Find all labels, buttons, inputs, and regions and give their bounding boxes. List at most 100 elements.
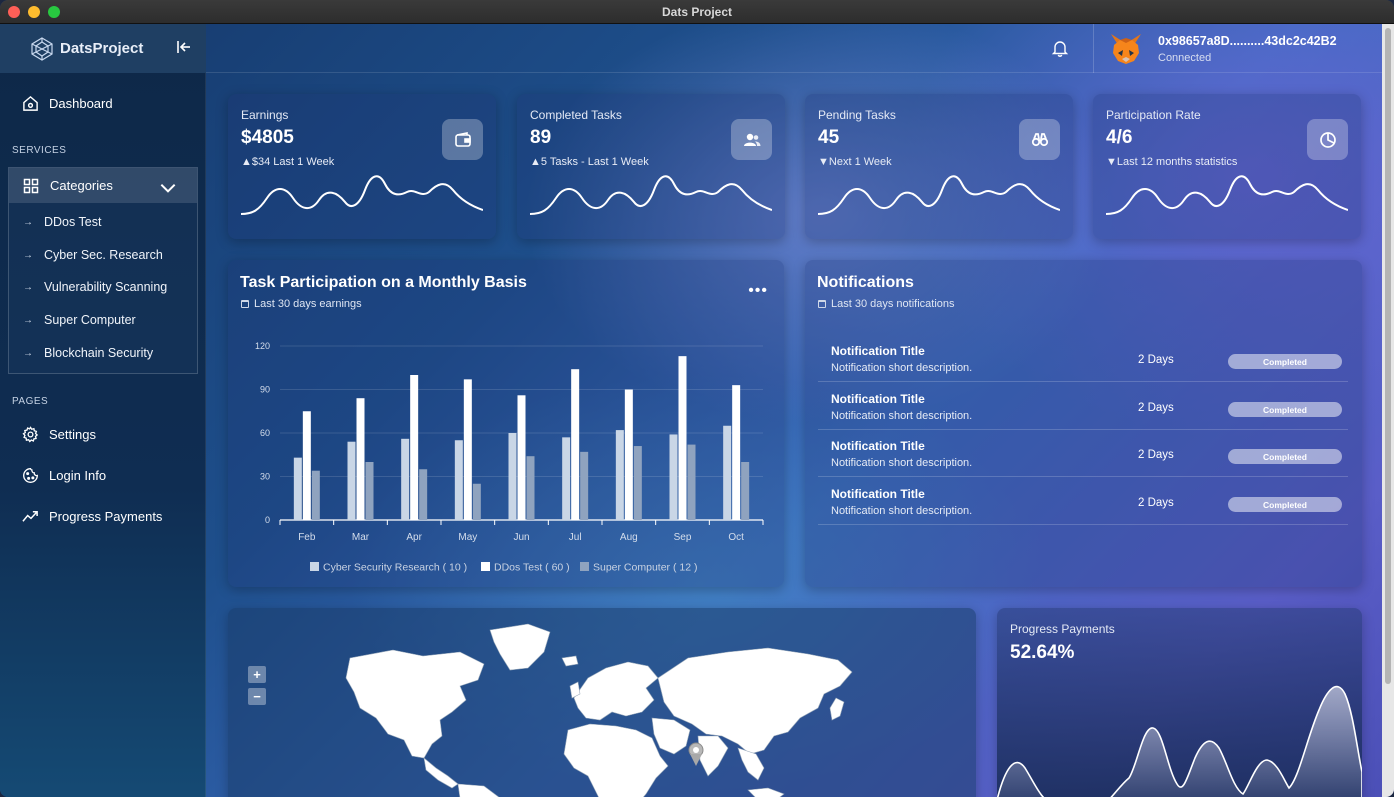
vertical-scrollbar[interactable] (1382, 24, 1394, 797)
pie-icon[interactable] (1307, 119, 1348, 160)
bar-feb-series-3 (311, 470, 320, 520)
wallet-status: Connected (1158, 51, 1212, 64)
nav-login-info[interactable]: Login Info (22, 467, 106, 484)
completed-tasks-sparkline (530, 175, 772, 215)
x-tick-label: Jul (569, 532, 582, 543)
notifications-subtitle-text: Last 30 days notifications (831, 298, 955, 310)
legend-swatch (481, 562, 490, 571)
legend-swatch (310, 562, 319, 571)
stat-title: Pending Tasks (818, 108, 896, 122)
category-item-cyber-sec-research[interactable]: → Cyber Sec. Research (23, 248, 163, 262)
category-item-ddos-test[interactable]: → DDos Test (23, 215, 101, 229)
notification-item[interactable]: Notification Title Notification short de… (818, 334, 1348, 382)
notification-item[interactable]: Notification Title Notification short de… (818, 382, 1348, 430)
notification-title: Notification Title (831, 487, 925, 501)
metamask-fox-icon (1111, 33, 1141, 64)
wallet-info: 0x98657a8D..........43dc2c42B2 Connected (1158, 34, 1337, 64)
arrow-right-icon: → (23, 281, 33, 293)
home-icon (23, 95, 38, 111)
nav-settings[interactable]: Settings (22, 426, 96, 443)
bar-feb-series-1 (293, 457, 302, 520)
bar-apr-series-3 (419, 469, 428, 520)
arrow-right-icon: → (23, 314, 33, 326)
world-map[interactable] (228, 608, 976, 797)
scrollbar-thumb[interactable] (1385, 28, 1391, 684)
arrow-right-icon: → (23, 216, 33, 228)
notification-title: Notification Title (831, 392, 925, 406)
users-icon[interactable] (731, 119, 772, 160)
notification-item[interactable]: Notification Title Notification short de… (818, 477, 1348, 525)
close-window-button[interactable] (8, 6, 20, 18)
legend-swatch (580, 562, 589, 571)
status-badge: Completed (1228, 449, 1342, 464)
map-zoom-in-button[interactable]: + (248, 666, 266, 683)
bell-icon[interactable] (1051, 39, 1069, 57)
notification-item[interactable]: Notification Title Notification short de… (818, 429, 1348, 477)
arrow-right-icon: → (23, 249, 33, 261)
bar-aug-series-2 (624, 389, 633, 520)
stat-trend-text: 5 Tasks - Last 1 Week (540, 156, 649, 168)
nav-progress-payments[interactable]: Progress Payments (22, 508, 162, 525)
categories-toggle[interactable]: Categories (9, 168, 197, 203)
collapse-sidebar-icon[interactable] (176, 39, 192, 55)
bar-apr-series-2 (410, 375, 419, 520)
nav-dashboard-label: Dashboard (49, 96, 113, 111)
notification-desc: Notification short description. (831, 410, 973, 422)
x-tick-label: Sep (674, 532, 692, 543)
notification-desc: Notification short description. (831, 457, 973, 469)
bar-jul-series-3 (580, 451, 589, 520)
gear-icon (22, 426, 39, 443)
nav-settings-label: Settings (49, 427, 96, 442)
bar-jun-series-3 (526, 456, 535, 520)
maximize-window-button[interactable] (48, 6, 60, 18)
category-item-label: Blockchain Security (44, 346, 154, 360)
wallet-icon[interactable] (442, 119, 483, 160)
nav-progress-payments-label: Progress Payments (49, 509, 163, 524)
bar-may-series-2 (463, 379, 472, 520)
binoculars-icon[interactable] (1019, 119, 1060, 160)
map-pin-icon[interactable] (688, 742, 704, 766)
chart-subtitle: Last 30 days earnings (241, 298, 362, 310)
earnings-sparkline (241, 175, 483, 215)
stat-trend: ▲5 Tasks - Last 1 Week (530, 156, 649, 168)
category-item-super-computer[interactable]: → Super Computer (23, 313, 136, 327)
top-bar: 0x98657a8D..........43dc2c42B2 Connected (206, 24, 1382, 73)
map-zoom-out-button[interactable]: − (248, 688, 266, 705)
category-item-vulnerability-scanning[interactable]: → Vulnerability Scanning (23, 280, 167, 294)
chart-title: Task Participation on a Monthly Basis (240, 274, 527, 291)
nav-dashboard[interactable]: Dashboard (22, 95, 113, 112)
bar-jun-series-2 (517, 395, 526, 520)
stat-trend-text: Last 12 months statistics (1116, 156, 1238, 168)
x-tick-label: Aug (620, 532, 638, 543)
brand[interactable]: DatsProject (0, 24, 206, 73)
x-tick-label: Apr (406, 532, 422, 543)
notification-desc: Notification short description. (831, 362, 973, 374)
status-badge: Completed (1228, 402, 1342, 417)
world-map-card: + − (228, 608, 976, 797)
progress-area-chart (997, 685, 1362, 797)
category-item-label: Super Computer (44, 313, 136, 327)
bar-mar-series-2 (356, 398, 365, 520)
stat-trend-text: Next 1 Week (828, 156, 892, 168)
minimize-window-button[interactable] (28, 6, 40, 18)
wallet-account[interactable]: 0x98657a8D..........43dc2c42B2 Connected (1093, 24, 1382, 73)
logo-icon (31, 36, 53, 61)
trend-down-icon: ▼ (1106, 156, 1117, 168)
stat-value: 4/6 (1106, 127, 1133, 148)
participation-sparkline (1106, 175, 1348, 215)
categories-group: Categories → DDos Test → Cyber Sec. Resear… (8, 167, 198, 374)
window-title: Dats Project (661, 4, 733, 19)
notifications-title: Notifications (817, 274, 914, 291)
stat-value: $4805 (241, 127, 294, 148)
bar-apr-series-1 (401, 438, 410, 520)
bar-aug-series-3 (633, 446, 642, 520)
stat-card-earnings: Earnings $4805 ▲$34 Last 1 Week (228, 94, 496, 239)
bar-sep-series-1 (669, 434, 678, 520)
more-options-icon[interactable]: ••• (748, 282, 768, 300)
progress-value: 52.64% (1010, 642, 1075, 663)
chart-subtitle-text: Last 30 days earnings (254, 298, 362, 310)
calendar-icon (241, 300, 249, 308)
status-badge: Completed (1228, 354, 1342, 369)
category-item-blockchain-security[interactable]: → Blockchain Security (23, 346, 153, 360)
app-window: Dats Project DatsProject Dashboard SERVI… (0, 0, 1394, 797)
